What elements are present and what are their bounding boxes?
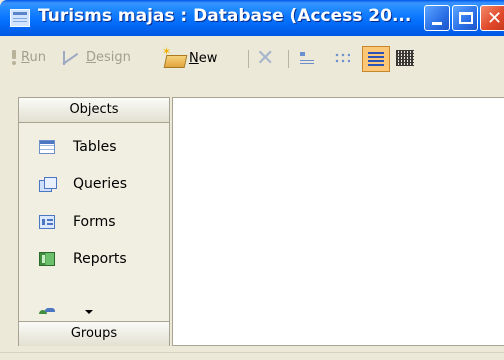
design-button[interactable]: Design [63,50,131,65]
database-window-icon[interactable] [10,9,30,27]
objects-bar: Objects Tables Queries Forms Reports Gro… [18,97,170,346]
design-label-rest: esign [96,50,131,65]
large-icons-view-icon[interactable] [300,52,316,64]
toolbar-separator [288,50,289,68]
form-icon [39,215,55,229]
objects-item-forms[interactable]: Forms [19,207,169,237]
list-view-button[interactable] [362,46,390,72]
query-icon [39,177,57,192]
run-button[interactable]: Run [10,50,46,65]
more-objects-arrow-icon[interactable] [85,310,93,314]
run-label: Run [21,50,46,65]
pages-icon[interactable] [39,308,55,314]
maximize-icon [459,12,473,24]
objects-item-label: Queries [73,176,128,192]
run-icon [10,50,18,65]
database-toolbar: Run Design New ✕ [0,36,504,82]
run-label-rest: un [29,50,46,65]
design-icon [63,50,83,65]
close-icon: ✕ [487,8,503,29]
details-view-icon[interactable] [396,50,414,66]
maximize-button[interactable] [452,5,478,31]
design-label: Design [86,50,131,65]
design-accelerator: D [86,50,97,65]
objects-item-queries[interactable]: Queries [19,169,169,199]
new-button[interactable]: New [162,45,217,67]
objects-item-label: Tables [73,139,117,155]
list-view-icon [368,52,384,66]
new-object-icon [162,45,186,67]
new-accelerator: N [189,51,199,66]
report-icon [39,252,55,266]
objects-item-reports[interactable]: Reports [19,244,169,274]
object-list[interactable] [172,97,504,346]
title-bar[interactable]: Turisms majas : Database (Access 20... ✕ [0,0,504,36]
objects-item-tables[interactable]: Tables [19,132,169,162]
groups-header[interactable]: Groups [19,321,169,346]
toolbar-separator [248,50,249,68]
window-bottom-edge [0,352,504,360]
objects-item-label: Reports [73,251,127,267]
window-title: Turisms majas : Database (Access 20... [38,6,412,26]
new-label: New [189,51,217,66]
new-label-rest: ew [198,51,218,66]
table-icon [39,140,55,154]
objects-item-label: Forms [73,214,116,230]
close-button[interactable]: ✕ [480,5,504,31]
minimize-icon [432,22,442,25]
objects-header[interactable]: Objects [19,98,169,123]
minimize-button[interactable] [424,5,450,31]
small-icons-view-icon[interactable] [334,52,350,64]
delete-icon[interactable]: ✕ [256,46,274,71]
